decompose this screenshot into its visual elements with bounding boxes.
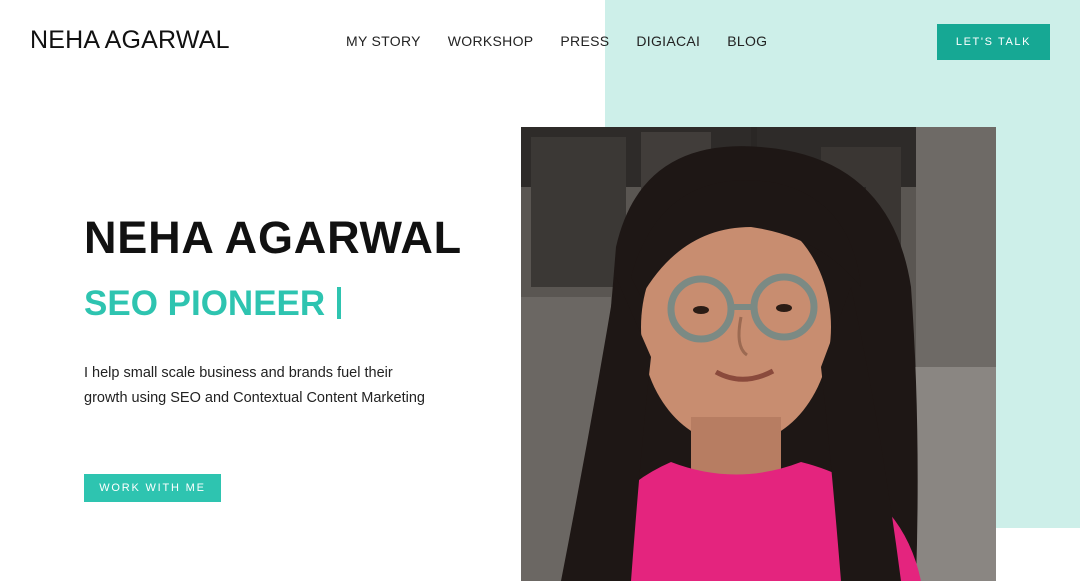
portrait-photo	[521, 127, 996, 581]
hero-role-text: SEO PIONEER	[84, 284, 326, 323]
lets-talk-button[interactable]: LET'S TALK	[937, 24, 1050, 60]
nav-item-digiacai[interactable]: DIGIACAI	[636, 33, 700, 49]
typing-cursor	[337, 287, 342, 319]
nav-item-blog[interactable]: BLOG	[727, 33, 767, 49]
work-with-me-button[interactable]: WORK WITH ME	[84, 474, 221, 502]
hero-description: I help small scale business and brands f…	[84, 365, 425, 406]
portrait-illustration	[521, 127, 996, 581]
nav-item-press[interactable]: PRESS	[560, 33, 609, 49]
hero-subtitle: SEO PIONEER	[84, 284, 342, 324]
site-logo[interactable]: NEHA AGARWAL	[30, 26, 230, 55]
nav-item-my-story[interactable]: MY STORY	[346, 33, 421, 49]
hero-title: NEHA AGARWAL	[84, 212, 462, 263]
main-nav: MY STORY WORKSHOP PRESS DIGIACAI BLOG	[346, 33, 794, 49]
nav-item-workshop[interactable]: WORKSHOP	[448, 33, 534, 49]
